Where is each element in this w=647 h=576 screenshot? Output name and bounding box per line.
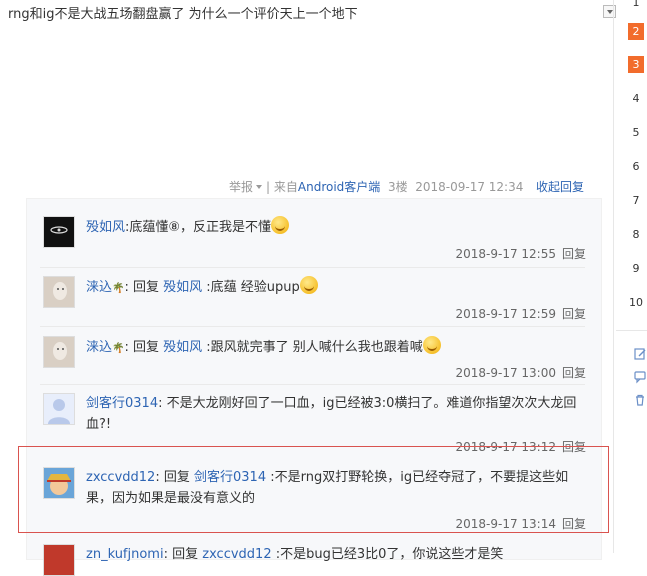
- reply-time: 2018-9-17 12:55: [455, 247, 556, 261]
- right-divider: [613, 0, 614, 553]
- palm-tree-icon: 🌴: [112, 343, 125, 354]
- meta-separator: |: [266, 180, 271, 194]
- avatar[interactable]: [43, 216, 75, 248]
- trash-icon[interactable]: [633, 393, 647, 407]
- page-7[interactable]: 7: [628, 192, 644, 209]
- reply-content: zxccvdd12: 回复 剑客行0314 :不是rng双打野轮换，ig已经夺冠…: [86, 470, 569, 506]
- post-text: rng和ig不是大战五场翻盘赢了 为什么一个评价天上一个地下: [8, 7, 358, 22]
- reply-content: zn_kufjnomi: 回复 zxccvdd12 :不是bug已经3比0了，你…: [86, 547, 504, 562]
- from-prefix: 来自: [273, 180, 298, 194]
- reply-content: 剑客行0314: 不是大龙刚好回了一口血，ig已经被3:0横扫了。难道你指望次次…: [86, 393, 586, 435]
- reply-text: :跟风就完事了 别人喊什么我也跟着喊: [206, 340, 423, 355]
- reply-username[interactable]: zxccvdd12: [86, 470, 155, 485]
- floor-number: 3楼: [387, 180, 408, 194]
- reply-target-username[interactable]: 剑客行0314: [194, 470, 266, 485]
- page-2[interactable]: 2: [628, 23, 644, 40]
- reply-button[interactable]: 回复: [562, 247, 586, 261]
- reply-text: :不是bug已经3比0了，你说这些才是笑: [275, 547, 504, 562]
- edit-icon[interactable]: [633, 347, 647, 361]
- reply-time-row: 2018-9-17 13:12 回复: [455, 438, 586, 455]
- page-3[interactable]: 3: [628, 56, 644, 73]
- reply-target-username[interactable]: 殁如风: [163, 340, 202, 355]
- reply-button[interactable]: 回复: [562, 440, 586, 454]
- reply-word: 回复: [132, 340, 159, 355]
- report-link[interactable]: 举报: [229, 180, 253, 194]
- page-1[interactable]: 1: [628, 0, 644, 11]
- reply-text: :底蕴 经验upup: [206, 280, 300, 295]
- avatar[interactable]: [43, 544, 75, 576]
- reply-divider: [40, 326, 585, 327]
- avatar[interactable]: [43, 336, 75, 368]
- reply-time: 2018-9-17 13:12: [455, 440, 556, 454]
- client-link[interactable]: Android客户端: [298, 180, 380, 194]
- reply-button[interactable]: 回复: [562, 307, 586, 321]
- page-4[interactable]: 4: [628, 90, 644, 107]
- comment-icon[interactable]: [633, 370, 647, 384]
- collapse-replies-link[interactable]: 收起回复: [536, 178, 584, 195]
- reply-time-row: 2018-9-17 13:00 回复: [455, 364, 586, 381]
- reply-divider: [40, 384, 585, 385]
- reply-time-row: 2018-9-17 12:55 回复: [455, 245, 586, 262]
- reply-content: 涞込🌴: 回复 殁如风 :跟风就完事了 别人喊什么我也跟着喊: [86, 336, 586, 359]
- chevron-down-icon[interactable]: [256, 185, 263, 189]
- palm-tree-icon: 🌴: [112, 283, 125, 294]
- page-9[interactable]: 9: [628, 260, 644, 277]
- smile-emoji-icon: [422, 336, 441, 354]
- reply-time-row: 2018-9-17 12:59 回复: [455, 305, 586, 322]
- reply-username[interactable]: 涞込: [86, 280, 112, 295]
- smile-emoji-icon: [271, 216, 290, 234]
- reply-text: : 不是大龙刚好回了一口血，ig已经被3:0横扫了。难道你指望次次大龙回血?!: [86, 396, 577, 432]
- side-separator: [616, 330, 647, 331]
- reply-username[interactable]: 剑客行0314: [86, 396, 158, 411]
- reply-time: 2018-9-17 12:59: [455, 307, 556, 321]
- page-6[interactable]: 6: [628, 158, 644, 175]
- reply-username[interactable]: zn_kufjnomi: [86, 547, 164, 562]
- reply-word: 回复: [132, 280, 159, 295]
- smile-emoji-icon: [299, 276, 318, 294]
- reply-button[interactable]: 回复: [562, 517, 586, 531]
- reply-time-row: 2018-9-17 13:14 回复: [455, 515, 586, 532]
- reply-text: :底蕴懂⑧，反正我是不懂: [125, 220, 272, 235]
- page-5[interactable]: 5: [628, 124, 644, 141]
- reply-target-username[interactable]: zxccvdd12: [202, 547, 271, 562]
- page-10[interactable]: 10: [628, 294, 644, 311]
- reply-username[interactable]: 涞込: [86, 340, 112, 355]
- reply-target-username[interactable]: 殁如风: [163, 280, 202, 295]
- reply-word: 回复: [163, 470, 190, 485]
- avatar[interactable]: [43, 467, 75, 499]
- reply-word: 回复: [172, 547, 199, 562]
- post-dropdown-button[interactable]: [603, 5, 616, 18]
- reply-divider: [40, 267, 585, 268]
- post-meta: 举报 | 来自Android客户端 3楼 2018-09-17 12:34: [229, 178, 523, 195]
- reply-text: :不是rng双打野轮换，ig已经夺冠了，不要提这些如果，因为如果是最没有意义的: [86, 470, 569, 506]
- reply-content: 殁如风:底蕴懂⑧，反正我是不懂: [86, 216, 586, 238]
- reply-content: 涞込🌴: 回复 殁如风 :底蕴 经验upup: [86, 276, 586, 299]
- post-time: 2018-09-17 12:34: [415, 180, 524, 194]
- reply-time: 2018-9-17 13:00: [455, 366, 556, 380]
- reply-username[interactable]: 殁如风: [86, 220, 125, 235]
- reply-button[interactable]: 回复: [562, 366, 586, 380]
- page-8[interactable]: 8: [628, 226, 644, 243]
- avatar[interactable]: [43, 393, 75, 425]
- avatar[interactable]: [43, 276, 75, 308]
- reply-time: 2018-9-17 13:14: [455, 517, 556, 531]
